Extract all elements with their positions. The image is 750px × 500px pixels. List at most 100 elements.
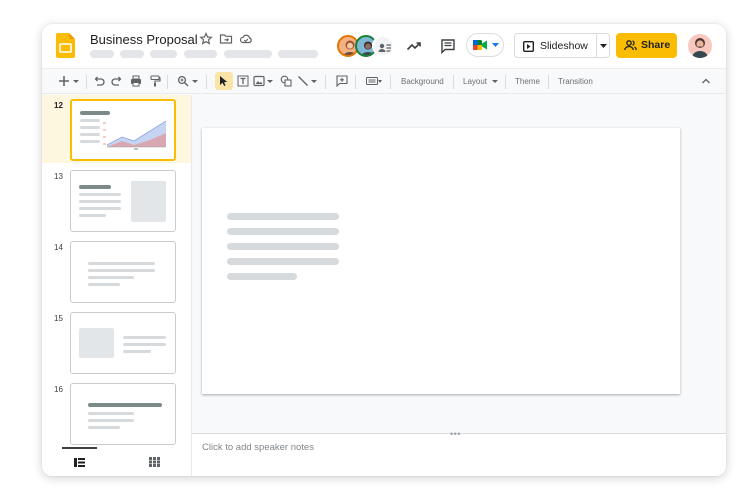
present-icon	[523, 41, 534, 52]
print-icon[interactable]	[130, 75, 142, 87]
thumb-text-placeholder	[80, 133, 100, 136]
layout-button[interactable]: Layout	[463, 77, 487, 86]
slide-text-placeholder[interactable]	[227, 273, 297, 280]
menu-item-placeholder[interactable]	[184, 50, 217, 58]
filmstrip-view-tabs	[42, 447, 192, 476]
image-icon[interactable]	[253, 75, 265, 87]
toolbar-divider	[167, 75, 168, 89]
share-label: Share	[641, 39, 671, 51]
toolbar-divider	[390, 75, 391, 89]
toolbar-divider	[86, 75, 87, 89]
thumb-text-placeholder	[80, 119, 100, 122]
meet-icon	[473, 40, 487, 50]
cloud-saved-icon[interactable]	[239, 32, 253, 46]
collapse-toolbar-icon[interactable]	[700, 75, 712, 87]
line-icon[interactable]	[297, 75, 309, 87]
menu-item-placeholder[interactable]	[150, 50, 177, 58]
new-slide-dropdown-icon[interactable]	[72, 75, 80, 87]
slide-preview	[70, 170, 176, 232]
thumb-text-placeholder	[79, 214, 106, 217]
area-chart-graphic	[103, 120, 167, 150]
more-collaborators-icon[interactable]	[372, 35, 394, 57]
share-button[interactable]: Share	[616, 33, 677, 58]
editor-canvas-area	[192, 95, 726, 432]
current-slide-canvas[interactable]	[202, 128, 680, 394]
slideshow-options-chevron-icon[interactable]	[600, 44, 607, 49]
speaker-notes[interactable]: • • • Click to add speaker notes	[192, 429, 726, 476]
thumb-text-placeholder	[79, 207, 121, 210]
text-box-icon[interactable]	[237, 75, 249, 87]
slide-number: 13	[54, 172, 63, 181]
input-tools-icon[interactable]	[366, 75, 382, 87]
slide-preview	[70, 383, 176, 445]
thumb-text-placeholder	[123, 350, 151, 353]
slide-thumbnail-12[interactable]: 12	[42, 95, 191, 163]
menu-item-placeholder[interactable]	[278, 50, 318, 58]
toolbar-divider	[355, 75, 356, 89]
thumb-text-placeholder	[88, 426, 120, 429]
zoom-icon[interactable]	[177, 75, 189, 87]
add-comment-icon[interactable]	[336, 75, 348, 87]
menu-item-placeholder[interactable]	[90, 50, 114, 58]
theme-button[interactable]: Theme	[515, 77, 540, 86]
layout-dropdown-icon[interactable]	[491, 75, 499, 87]
redo-icon[interactable]	[111, 75, 123, 87]
thumb-text-placeholder	[88, 269, 155, 272]
cursor-icon	[220, 76, 228, 86]
thumb-text-placeholder	[79, 193, 121, 196]
speaker-notes-placeholder[interactable]: Click to add speaker notes	[202, 442, 314, 453]
thumb-text-placeholder	[88, 276, 134, 279]
thumb-text-placeholder	[88, 419, 134, 422]
thumb-text-placeholder	[123, 343, 166, 346]
shape-icon[interactable]	[280, 75, 292, 87]
slides-window: Business Proposal Slideshow Share Backgr…	[42, 24, 726, 476]
slide-thumbnail-13[interactable]: 13	[42, 166, 191, 234]
notes-resize-handle[interactable]: • • •	[450, 429, 461, 439]
thumb-text-placeholder	[80, 126, 100, 129]
thumb-image-placeholder	[79, 328, 114, 358]
comments-icon[interactable]	[440, 38, 456, 54]
menu-item-placeholder[interactable]	[224, 50, 272, 58]
toolbar-divider	[325, 75, 326, 89]
background-button[interactable]: Background	[401, 77, 444, 86]
image-dropdown-icon[interactable]	[266, 75, 274, 87]
slide-text-placeholder[interactable]	[227, 228, 339, 235]
menu-item-placeholder[interactable]	[120, 50, 144, 58]
thumb-title-placeholder	[79, 185, 111, 189]
document-title[interactable]: Business Proposal	[90, 32, 198, 47]
select-tool-button[interactable]	[215, 72, 233, 90]
thumb-text-placeholder	[80, 140, 100, 143]
meet-button[interactable]	[466, 33, 504, 57]
thumb-text-placeholder	[123, 336, 166, 339]
paint-format-icon[interactable]	[149, 75, 161, 87]
toolbar: Background Layout Theme Transition	[42, 68, 726, 94]
move-to-folder-icon[interactable]	[219, 32, 233, 46]
slide-thumbnail-15[interactable]: 15	[42, 308, 191, 376]
slide-text-placeholder[interactable]	[227, 243, 339, 250]
undo-icon[interactable]	[93, 75, 105, 87]
slide-text-placeholder[interactable]	[227, 213, 339, 220]
transition-button[interactable]: Transition	[558, 77, 593, 86]
grid-view-icon[interactable]	[149, 457, 160, 467]
new-slide-icon[interactable]	[58, 75, 70, 87]
slide-number: 15	[54, 314, 63, 323]
slideshow-button[interactable]: Slideshow	[514, 33, 610, 58]
thumb-text-placeholder	[79, 200, 121, 203]
slide-text-placeholder[interactable]	[227, 258, 339, 265]
divider	[596, 34, 597, 57]
slide-thumbnail-14[interactable]: 14	[42, 237, 191, 305]
slides-logo-icon[interactable]	[56, 33, 75, 58]
thumb-image-placeholder	[131, 181, 166, 222]
slide-thumbnail-16[interactable]: 16	[42, 379, 191, 447]
zoom-dropdown-icon[interactable]	[191, 75, 199, 87]
toolbar-divider	[505, 75, 506, 89]
star-icon[interactable]	[199, 32, 213, 46]
account-avatar[interactable]	[688, 34, 712, 58]
activity-dashboard-icon[interactable]	[406, 38, 422, 54]
filmstrip-view-icon[interactable]	[74, 458, 85, 467]
toolbar-divider	[206, 75, 207, 89]
slideshow-label: Slideshow	[540, 40, 588, 52]
thumb-text-placeholder	[88, 262, 155, 265]
slide-preview	[70, 99, 176, 161]
line-dropdown-icon[interactable]	[310, 75, 318, 87]
